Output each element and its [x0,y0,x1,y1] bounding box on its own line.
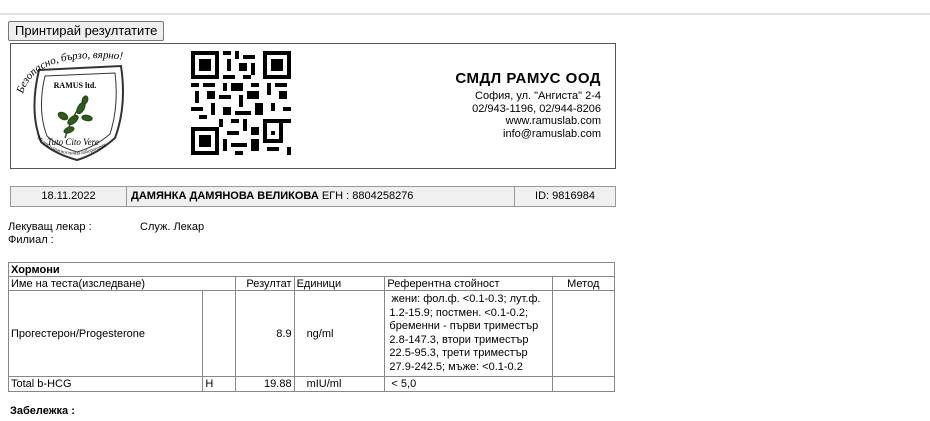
test-result: 8.9 [235,290,295,377]
lab-address: София, ул. "Ангиста" 2-4 [475,90,601,102]
test-name: Прогестерон/Progesterone [7,290,204,377]
patient-info-bar: 18.11.2022 ДАМЯНКА ДАМЯНОВА ВЕЛИКОВА ЕГН… [10,186,616,207]
test-unit: mIU/ml [293,376,386,392]
lab-phones: 02/943-1196, 02/944-8206 [472,102,601,115]
lab-contact-block: СМДЛ РАМУС ООД София, ул. "Ангиста" 2-4 … [455,70,601,140]
qr-code-icon [191,51,291,155]
reference-line: 1.2-15.9; постмен. <0.1-0.2; [389,306,529,319]
test-method [551,376,615,392]
branch-label: Филиал : [8,234,54,246]
col-header-reference: Референтна стойност [384,276,553,291]
col-header-method: Метод [551,276,615,291]
reference-line: бременни - първи триместър [389,320,539,332]
lab-website: www.ramuslab.com [505,115,601,127]
top-divider [0,13,930,15]
test-result: 19.88 [235,376,295,392]
col-header-result: Резултат [235,276,295,291]
patient-id: ID: 9816984 [514,187,615,206]
doctor-label: Лекуващ лекар : [8,221,92,233]
test-flag: H [202,376,237,392]
table-row: Прогестерон/Progesterone 8.9 ng/ml жени:… [7,290,615,377]
reference-line: жени: фол.ф. <0.1-0.3; лут.ф. [391,293,541,305]
results-table: Хормони Име на теста(изследване) Резулта… [7,262,615,392]
lab-logo-shield-icon: Безопасно, бързо, вярно! RAMUS ltd. Tuto… [15,49,124,162]
doctor-info: Лекуващ лекар : Служ. Лекар Филиал : [8,221,204,247]
patient-name-block: ДАМЯНКА ДАМЯНОВА ВЕЛИКОВА ЕГН : 88042582… [127,187,514,206]
note-label: Забележка : [10,405,75,417]
test-name: Total b-HCG [7,376,204,392]
report-date: 18.11.2022 [11,187,127,206]
test-method [551,290,615,377]
test-unit: ng/ml [293,290,386,377]
col-header-name: Име на теста(изследване) [7,276,237,291]
reference-line: 2.8-147.3, втори триместър [389,333,529,346]
patient-name: ДАМЯНКА ДАМЯНОВА ВЕЛИКОВА [131,190,319,202]
lab-header: Безопасно, бързо, вярно! RAMUS ltd. Tuto… [10,43,616,169]
test-reference: жени: фол.ф. <0.1-0.3; лут.ф. 1.2-15.9; … [384,290,553,377]
test-reference: < 5,0 [384,376,553,392]
print-results-button[interactable]: Принтирай резултатите [8,21,165,41]
logo-motto: Tuto Cito Vere [47,137,99,147]
reference-line: 27.9-242.5; мъже: <0.1-0.2 [389,360,523,373]
lab-email: info@ramuslab.com [503,127,601,140]
doctor-value: Служ. Лекар [140,221,205,233]
table-header-row: Име на теста(изследване) Резултат Единиц… [7,276,615,291]
test-flag [202,290,237,377]
group-title: Хормони [8,262,615,277]
table-row: Total b-HCG H 19.88 mIU/ml < 5,0 [7,376,615,392]
col-header-unit: Единици [293,276,386,291]
reference-line: 22.5-95.3, трети триместър [389,347,528,359]
patient-egn: ЕГН : 8804258276 [321,190,414,202]
logo-company: RAMUS ltd. [54,81,97,90]
lab-name: СМДЛ РАМУС ООД [455,70,601,87]
